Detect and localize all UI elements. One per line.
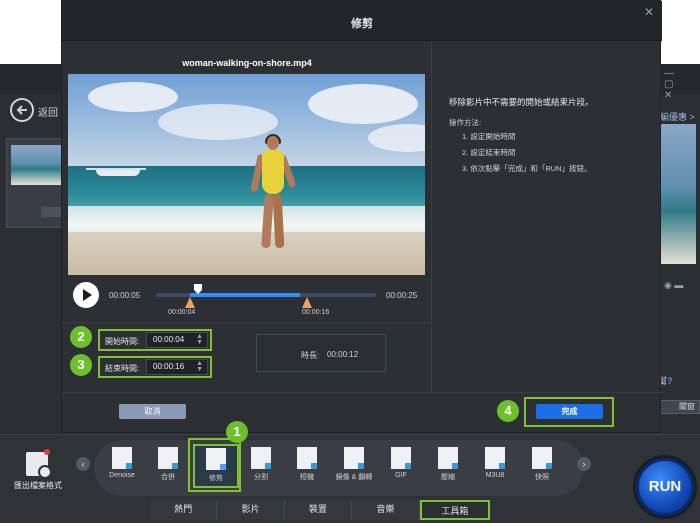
instruction-title: 移除影片中不需要的開始或結束片段。 [449,97,594,107]
divider [431,41,432,393]
start-time-input[interactable]: 00:00:04 ▲ ▼ [146,332,208,348]
tool-split[interactable]: 分割 [240,445,282,489]
m3u8-icon [485,447,505,469]
export-document-icon [26,449,52,479]
export-format-button[interactable]: 匯出檔案格式 [14,449,76,492]
close-icon[interactable]: ✕ [644,5,654,19]
run-button-wrap: RUN [630,454,700,523]
background-side-button[interactable]: 關窗 [660,400,700,414]
start-time-label: 開始時間: [105,337,140,346]
snapshot-icon [532,447,552,469]
instruction-step: 1. 設定開始時間 [462,132,516,141]
end-time-input[interactable]: 00:00:16 ▲ ▼ [146,359,208,375]
export-format-label: 匯出檔案格式 [14,481,62,490]
tab-video[interactable]: 影片 [217,500,285,520]
tab-popular[interactable]: 熱門 [150,500,218,520]
video-file-name: woman-walking-on-shore.mp4 [182,58,312,68]
timeline-selection [190,293,300,297]
boat [86,164,146,180]
instruction-subtitle: 操作方法: [449,118,482,127]
tools-next-arrow-icon[interactable]: › [577,457,591,471]
gif-icon [391,447,411,469]
denoise-icon [112,447,132,469]
duration-value: 00:00:12 [327,350,359,359]
total-time: 00:00:25 [386,291,418,300]
tool-denoise[interactable]: Denoise [101,445,143,489]
back-label[interactable]: 返回 [38,104,58,119]
divider [62,322,431,323]
person-figure [250,134,297,251]
done-button[interactable]: 完成 [536,404,603,419]
window-controls[interactable]: — ▢ ✕ [664,68,700,101]
divider [62,392,662,393]
trim-start-time: 00:00:04 [168,309,196,316]
tab-toolbox[interactable]: 工具箱 [419,500,491,520]
tool-short[interactable]: 短機 [286,445,328,489]
merge-icon [158,447,178,469]
tool-gif[interactable]: GIF [380,445,422,489]
step-badge-3: 3 [70,354,92,376]
category-tabs: 熱門 影片 裝置 音樂 工具箱 [150,500,491,520]
end-time-label: 結束時間: [105,364,140,373]
short-icon [297,447,317,469]
stepper-icon: ▲ ▼ [196,333,203,346]
run-button[interactable]: RUN [636,458,694,516]
duration-label: 時長: [301,351,320,360]
current-time: 00:00:05 [109,291,141,300]
background-promo-link[interactable]: 編優惠 > [660,110,695,123]
highlight-frame-trim-tool [188,438,241,492]
step-badge-1: 1 [226,421,248,443]
tab-music[interactable]: 音樂 [352,500,420,520]
instruction-step: 2. 設定結束時間 [462,148,516,157]
compress-icon [438,447,458,469]
dialog-title: 修剪 [351,18,373,30]
mirror-flip-icon [344,447,364,469]
instruction-step: 3. 依次點擊「完成」和「RUN」按鈕。 [462,164,592,173]
tool-compress[interactable]: 壓縮 [427,445,469,489]
step-badge-4: 4 [497,400,519,422]
trim-dialog: 修剪 ✕ woman-walking-on-shore.mp4 00:00:05… [61,0,662,433]
tab-device[interactable]: 裝置 [284,500,353,520]
tool-mirror-flip[interactable]: 鏡像 & 翻轉 [333,445,375,489]
background-preview-image [660,124,696,264]
play-icon[interactable] [73,282,99,308]
step-badge-2: 2 [70,326,92,348]
trim-start-handle[interactable] [185,297,195,308]
tool-snapshot[interactable]: 快照 [521,445,563,489]
background-preview-icons[interactable]: ◉ ▬ [664,280,683,291]
duration-box: 時長: 00:00:12 [256,334,386,372]
tools-prev-arrow-icon[interactable]: ‹ [76,457,90,471]
video-preview[interactable] [68,74,425,275]
trim-end-handle[interactable] [302,297,312,308]
tool-merge[interactable]: 合併 [147,445,189,489]
tool-m3u8[interactable]: M3U8 [474,445,516,489]
back-arrow-icon[interactable] [10,98,34,122]
split-icon [251,447,271,469]
cancel-button[interactable]: 取消 [119,404,186,419]
trim-end-time: 00:00:16 [302,309,330,316]
timeline-track[interactable] [156,293,376,297]
stepper-icon: ▲ ▼ [196,360,203,373]
